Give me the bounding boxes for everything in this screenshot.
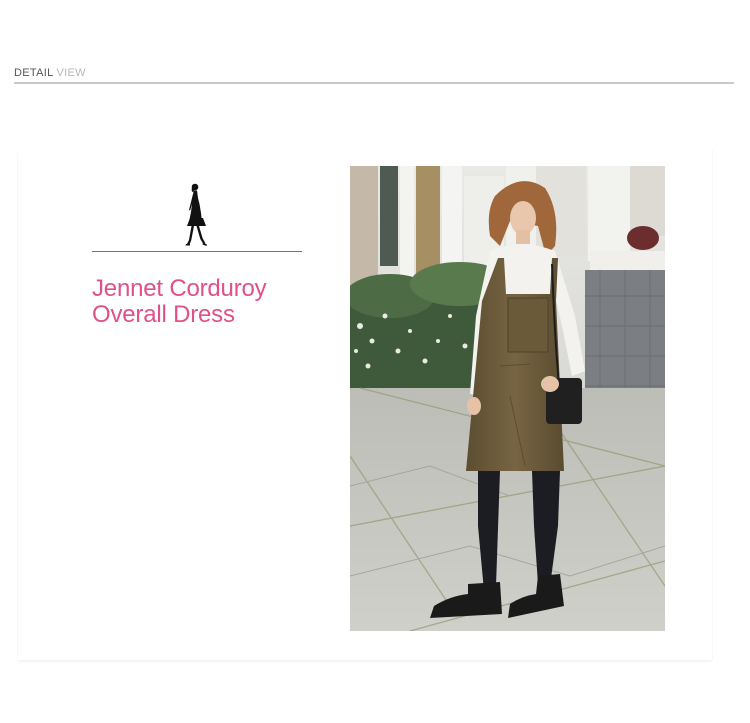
- section-title: DETAIL VIEW: [14, 66, 734, 80]
- header-divider: [14, 82, 734, 84]
- section-title-primary: DETAIL: [14, 67, 54, 79]
- walking-woman-icon: [177, 182, 211, 246]
- product-title: Jennet Corduroy Overall Dress: [92, 276, 352, 328]
- detail-view-header: DETAIL VIEW: [14, 66, 734, 84]
- section-title-secondary: VIEW: [56, 67, 86, 79]
- title-divider: [92, 251, 302, 252]
- product-title-line-1: Jennet Corduroy: [92, 275, 267, 302]
- product-title-line-2: Overall Dress: [92, 301, 235, 328]
- product-photo: [350, 166, 665, 631]
